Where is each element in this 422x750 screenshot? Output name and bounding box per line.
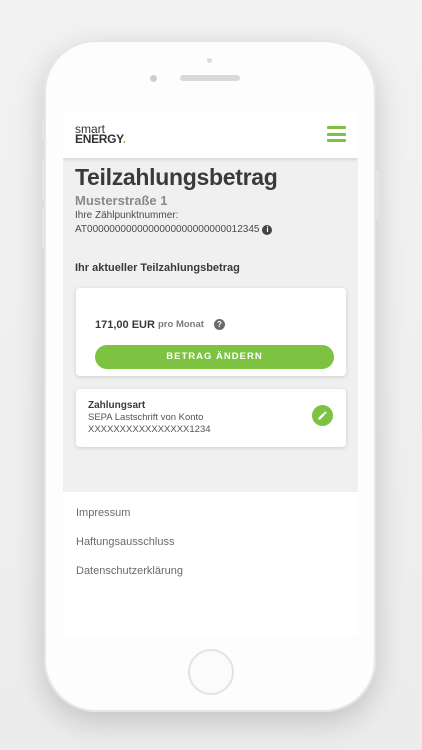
payment-method-card: Zahlungsart SEPA Lastschrift von Konto X… [76, 389, 346, 447]
address-text: Musterstraße 1 [75, 193, 168, 208]
meter-number-row: AT0000000000000000000000000012345 i [75, 224, 273, 235]
phone-speaker [180, 75, 240, 81]
installment-card: 171,00 EUR pro Monat ? BETRAG ÄNDERN [76, 288, 346, 376]
phone-side-button [42, 208, 45, 248]
logo-dot: . [122, 132, 126, 146]
help-icon[interactable]: ? [214, 319, 225, 330]
app-screen: smart ENERGY. Teilzahlungsbetrag Musters… [63, 112, 358, 636]
footer-link-privacy[interactable]: Datenschutzerklärung [76, 565, 183, 577]
pencil-icon [318, 411, 327, 420]
logo-line2: ENERGY. [75, 132, 126, 146]
phone-camera [150, 75, 157, 82]
installment-section-title: Ihr aktueller Teilzahlungsbetrag [75, 262, 240, 274]
payment-account-number: XXXXXXXXXXXXXXXX1234 [88, 424, 211, 435]
payment-method-type: SEPA Lastschrift von Konto [88, 412, 204, 423]
phone-side-button [42, 118, 45, 140]
footer: Impressum Haftungsausschluss Datenschutz… [63, 492, 358, 636]
payment-method-title: Zahlungsart [88, 400, 146, 411]
change-amount-button[interactable]: BETRAG ÄNDERN [95, 345, 334, 369]
page-title: Teilzahlungsbetrag [75, 164, 278, 190]
installment-amount: 171,00 EUR [95, 319, 155, 331]
phone-side-button [376, 170, 379, 220]
installment-period: pro Monat [158, 319, 204, 330]
phone-side-button [42, 160, 45, 200]
meter-number-label: Ihre Zählpunktnummer: [75, 210, 179, 221]
meter-number-value: AT0000000000000000000000000012345 [75, 224, 260, 235]
phone-home-button [188, 649, 234, 695]
logo-word: ENERGY [75, 132, 123, 146]
hamburger-menu-icon[interactable] [327, 126, 346, 142]
app-header: smart ENERGY. [63, 112, 358, 158]
footer-link-impressum[interactable]: Impressum [76, 507, 130, 519]
phone-sensor [207, 58, 212, 63]
info-icon[interactable]: i [262, 224, 273, 235]
edit-payment-button[interactable] [312, 405, 333, 426]
footer-link-disclaimer[interactable]: Haftungsausschluss [76, 536, 174, 548]
smart-energy-logo[interactable]: smart ENERGY. [75, 123, 126, 146]
